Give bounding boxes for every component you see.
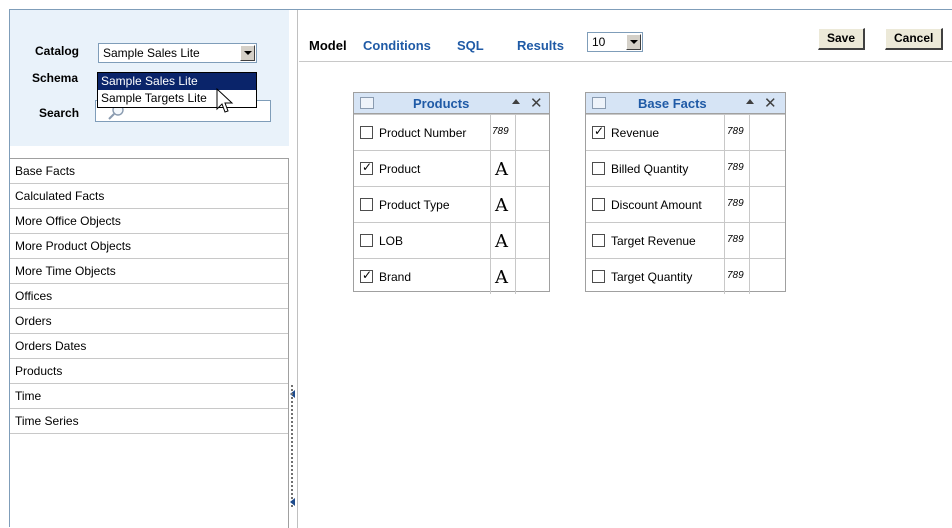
number-type-icon: 789 bbox=[727, 198, 744, 209]
catalog-select[interactable]: Sample Sales Lite bbox=[98, 43, 257, 63]
base-facts-table: Base Facts ✕ Revenue 789 Billed Quantity… bbox=[585, 92, 786, 294]
tab-conditions[interactable]: Conditions bbox=[363, 38, 431, 53]
list-item[interactable]: Time bbox=[10, 384, 288, 409]
column-name: Target Revenue bbox=[611, 234, 696, 248]
save-button[interactable]: Save bbox=[818, 28, 866, 50]
results-count-value: 10 bbox=[592, 35, 606, 49]
table-icon bbox=[360, 97, 374, 109]
column-checkbox[interactable] bbox=[360, 268, 373, 283]
close-icon[interactable]: ✕ bbox=[764, 94, 777, 112]
column-checkbox[interactable] bbox=[592, 198, 605, 211]
text-type-icon: A bbox=[495, 267, 508, 288]
table-row: Brand A bbox=[354, 258, 549, 294]
list-item[interactable]: Base Facts bbox=[10, 159, 288, 184]
panel-splitter[interactable] bbox=[289, 10, 298, 528]
tab-sql[interactable]: SQL bbox=[457, 38, 484, 53]
list-item[interactable]: More Product Objects bbox=[10, 234, 288, 259]
subject-area-list: Base Facts Calculated Facts More Office … bbox=[10, 158, 289, 528]
column-checkbox[interactable] bbox=[360, 198, 373, 211]
move-up-icon[interactable] bbox=[512, 99, 520, 104]
search-label: Search bbox=[39, 106, 80, 120]
column-name: Product bbox=[379, 162, 421, 176]
column-name: Revenue bbox=[611, 126, 660, 140]
products-table: Products ✕ Product Number 789 Product A bbox=[353, 92, 550, 294]
list-item[interactable]: Time Series bbox=[10, 409, 288, 434]
list-item[interactable]: Orders Dates bbox=[10, 334, 288, 359]
chevron-down-icon[interactable] bbox=[240, 45, 255, 61]
products-table-title: Products bbox=[413, 96, 470, 111]
move-up-icon[interactable] bbox=[746, 99, 754, 104]
column-name: Billed Quantity bbox=[611, 162, 689, 176]
right-panel: Model Conditions SQL Results 10 Save Can… bbox=[299, 10, 952, 528]
table-row: Target Quantity 789 bbox=[586, 258, 785, 294]
list-item[interactable]: More Time Objects bbox=[10, 259, 288, 284]
text-type-icon: A bbox=[495, 195, 508, 216]
text-type-icon: A bbox=[495, 231, 508, 252]
column-name: Product Type bbox=[379, 198, 450, 212]
table-row: Target Revenue 789 bbox=[586, 222, 785, 258]
left-panel: Catalog Sample Sales Lite Schema Search … bbox=[10, 10, 289, 528]
table-icon bbox=[592, 97, 606, 109]
toolbar: Model Conditions SQL Results 10 Save Can… bbox=[299, 10, 952, 62]
products-table-body: Product Number 789 Product A Product Typ… bbox=[354, 114, 549, 294]
base-facts-table-header: Base Facts ✕ bbox=[586, 93, 785, 114]
column-name: Product Number bbox=[379, 126, 467, 140]
number-type-icon: 789 bbox=[492, 126, 509, 137]
column-checkbox[interactable] bbox=[360, 234, 373, 247]
query-builder-window: Catalog Sample Sales Lite Schema Search … bbox=[9, 9, 952, 528]
column-checkbox[interactable] bbox=[360, 126, 373, 139]
results-count-select[interactable]: 10 bbox=[587, 32, 643, 52]
number-type-icon: 789 bbox=[727, 162, 744, 173]
column-checkbox[interactable] bbox=[592, 124, 605, 139]
products-table-header: Products ✕ bbox=[354, 93, 549, 114]
list-item[interactable]: Products bbox=[10, 359, 288, 384]
base-facts-table-title: Base Facts bbox=[638, 96, 707, 111]
table-row: Revenue 789 bbox=[586, 114, 785, 150]
table-row: Product A bbox=[354, 150, 549, 186]
pointer-cursor-icon bbox=[216, 88, 234, 113]
table-row: Product Number 789 bbox=[354, 114, 549, 150]
column-name: LOB bbox=[379, 234, 404, 248]
column-name: Target Quantity bbox=[611, 270, 693, 284]
tab-results[interactable]: Results bbox=[517, 38, 564, 53]
number-type-icon: 789 bbox=[727, 270, 744, 281]
catalog-label: Catalog bbox=[35, 44, 80, 58]
column-checkbox[interactable] bbox=[592, 270, 605, 283]
table-row: Discount Amount 789 bbox=[586, 186, 785, 222]
number-type-icon: 789 bbox=[727, 234, 744, 245]
number-type-icon: 789 bbox=[727, 126, 744, 137]
table-row: LOB A bbox=[354, 222, 549, 258]
text-type-icon: A bbox=[495, 159, 508, 180]
table-row: Billed Quantity 789 bbox=[586, 150, 785, 186]
collapse-left-icon[interactable] bbox=[290, 498, 295, 506]
column-checkbox[interactable] bbox=[360, 160, 373, 175]
list-item[interactable]: Orders bbox=[10, 309, 288, 334]
close-icon[interactable]: ✕ bbox=[530, 94, 543, 112]
column-checkbox[interactable] bbox=[592, 162, 605, 175]
chevron-down-icon[interactable] bbox=[626, 34, 641, 50]
table-row: Product Type A bbox=[354, 186, 549, 222]
list-item[interactable]: Offices bbox=[10, 284, 288, 309]
tab-model[interactable]: Model bbox=[309, 38, 347, 53]
catalog-value: Sample Sales Lite bbox=[103, 46, 200, 60]
list-item[interactable]: More Office Objects bbox=[10, 209, 288, 234]
base-facts-table-body: Revenue 789 Billed Quantity 789 Discount… bbox=[586, 114, 785, 294]
schema-label: Schema bbox=[32, 71, 79, 85]
column-checkbox[interactable] bbox=[592, 234, 605, 247]
column-name: Discount Amount bbox=[611, 198, 702, 212]
cancel-button[interactable]: Cancel bbox=[885, 28, 944, 50]
list-item[interactable]: Calculated Facts bbox=[10, 184, 288, 209]
splitter-grip[interactable] bbox=[290, 384, 294, 508]
column-name: Brand bbox=[379, 270, 412, 284]
